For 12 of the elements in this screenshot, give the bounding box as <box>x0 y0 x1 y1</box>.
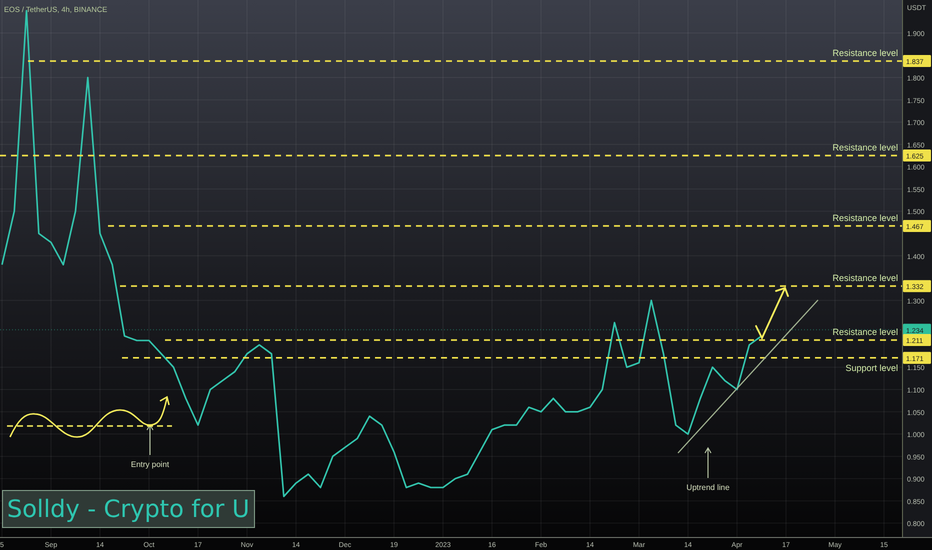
level-label: Support level <box>845 362 898 373</box>
level-label: Resistance level <box>832 212 898 223</box>
pointer-arrow <box>146 424 154 456</box>
note-label: Uptrend line <box>686 483 730 492</box>
level-label: Resistance level <box>832 273 898 284</box>
pointer-arrow <box>704 447 712 478</box>
brand-banner: Solldy - Crypto for U <box>2 490 255 528</box>
note-label: Entry point <box>130 460 170 469</box>
level-label: Resistance level <box>832 48 898 58</box>
level-label: Resistance level <box>832 142 898 153</box>
level-label: Resistance level <box>832 327 898 338</box>
projection-arrow <box>755 286 789 340</box>
